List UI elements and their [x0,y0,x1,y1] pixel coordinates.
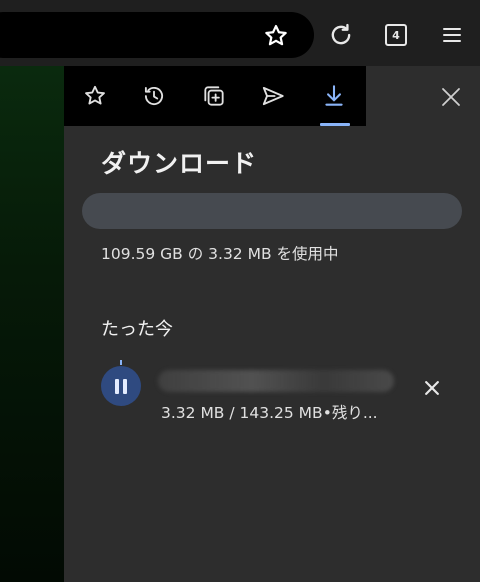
close-panel-button[interactable] [436,82,466,112]
browser-screen: 4 ダウンロード 109.59 GB の 3.32 MB を使用中 たった今 3… [0,0,480,582]
download-item[interactable]: 3.32 MB / 143.25 MB•残り... [88,360,458,424]
send-share-icon [262,86,284,106]
reload-button[interactable] [324,18,358,52]
page-content[interactable] [0,66,64,582]
cancel-download-button[interactable] [420,376,444,400]
hamburger-menu-icon [443,28,461,42]
storage-usage-bar [82,193,462,229]
pause-icon [115,378,127,394]
close-icon [442,88,460,106]
tab-send[interactable] [257,80,289,112]
progress-indicator [120,360,122,365]
tab-history[interactable] [138,80,170,112]
panel-tab-bar [64,66,366,126]
section-label-just-now: たった今 [101,319,173,340]
download-file-name[interactable] [158,370,394,392]
download-icon [325,85,343,106]
storage-usage-text: 109.59 GB の 3.32 MB を使用中 [101,245,339,263]
tab-collections[interactable] [198,80,230,112]
tab-downloads[interactable] [318,80,350,112]
close-icon [425,381,439,395]
tab-collections-icon [204,86,224,106]
browser-toolbar: 4 [0,0,480,66]
downloads-side-panel: ダウンロード 109.59 GB の 3.32 MB を使用中 たった今 3.3… [64,66,480,582]
download-status-text: 3.32 MB / 143.25 MB•残り... [161,404,378,422]
pause-download-button[interactable] [101,366,141,406]
selected-tab-indicator [320,123,350,126]
bookmark-star-button[interactable] [262,22,290,50]
tab-switcher-button[interactable]: 4 [379,18,413,52]
panel-title: ダウンロード [101,149,258,178]
star-outline-icon [265,24,287,46]
reload-icon [331,23,351,45]
bookmarks-star-icon [85,85,105,105]
tab-count-badge: 4 [385,24,407,46]
main-menu-button[interactable] [435,18,469,52]
tab-bookmarks[interactable] [79,80,111,112]
history-icon [144,86,164,105]
